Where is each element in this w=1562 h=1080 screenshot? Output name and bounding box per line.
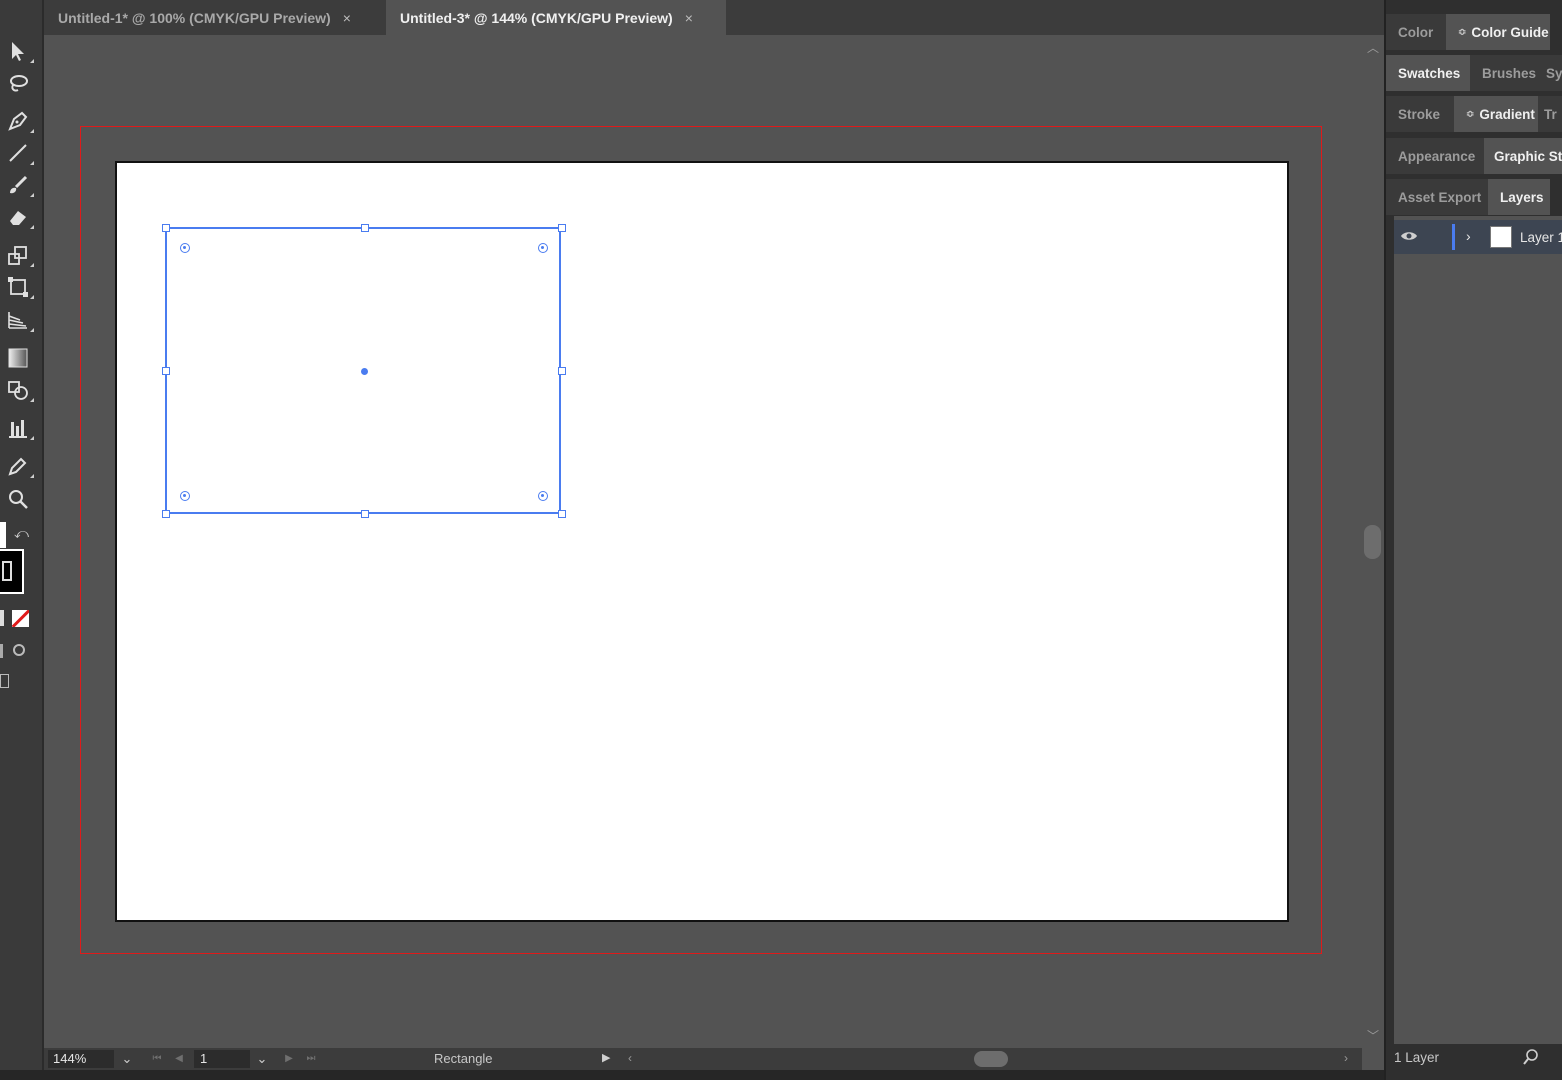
layers-panel: › Layer 1: [1394, 216, 1562, 1044]
tab-asset-export[interactable]: Asset Export: [1386, 179, 1488, 215]
expand-chevron-icon[interactable]: ›: [1466, 228, 1471, 244]
tab-graphic-styles[interactable]: Graphic St: [1484, 138, 1562, 174]
current-tool-status: Rectangle: [434, 1051, 493, 1066]
tab-color[interactable]: Color: [1386, 14, 1446, 50]
selected-rectangle[interactable]: [162, 224, 566, 518]
first-artboard-icon[interactable]: ⏮: [148, 1050, 166, 1068]
vertical-scrollbar[interactable]: ︿ ﹀: [1362, 35, 1384, 1048]
eyedropper-tool-icon[interactable]: [2, 451, 34, 481]
corner-radius-widget[interactable]: [538, 491, 548, 501]
gradient-tool-icon[interactable]: [2, 343, 34, 373]
line-segment-tool-icon[interactable]: [2, 138, 34, 168]
center-point: [361, 368, 368, 375]
color-mode-icon[interactable]: [0, 610, 4, 626]
tab-symbols[interactable]: Sy: [1542, 55, 1562, 91]
panel-group-stroke: Stroke ≎ Gradient Tr: [1386, 96, 1562, 132]
tab-title: Untitled-1* @ 100% (CMYK/GPU Preview): [58, 9, 331, 26]
zoom-tool-icon[interactable]: [2, 484, 34, 514]
artboard-number-field[interactable]: 1: [194, 1050, 250, 1068]
free-transform-tool-icon[interactable]: [2, 272, 34, 302]
panel-group-appearance: Appearance Graphic St: [1386, 138, 1562, 174]
panel-group-swatches: Swatches Brushes Sy: [1386, 55, 1562, 91]
panel-group-color: Color ≎ Color Guide: [1386, 14, 1562, 50]
tab-untitled-1[interactable]: Untitled-1* @ 100% (CMYK/GPU Preview) ×: [44, 0, 386, 35]
scroll-left-icon[interactable]: ‹: [628, 1051, 632, 1065]
tab-color-guide[interactable]: ≎ Color Guide: [1446, 14, 1550, 50]
panel-dock: Color ≎ Color Guide Swatches Brushes Sy S…: [1384, 0, 1562, 1080]
layer-row[interactable]: › Layer 1: [1394, 220, 1562, 254]
panel-collapse-icon: ≎: [1458, 26, 1467, 38]
corner-radius-widget[interactable]: [180, 243, 190, 253]
taskbar-strip: [0, 1070, 1562, 1080]
status-bar: 144% ⌄ ⏮ ◀ 1 ⌄ ▶ ⏭ Rectangle ▶ ‹ ›: [44, 1048, 1362, 1070]
close-tab-icon[interactable]: ×: [685, 10, 693, 26]
last-artboard-icon[interactable]: ⏭: [302, 1050, 320, 1068]
layer-name[interactable]: Layer 1: [1520, 230, 1562, 245]
resize-handle-bottom[interactable]: [361, 510, 369, 518]
previous-artboard-icon[interactable]: ◀: [170, 1050, 188, 1068]
panel-group-layers: Asset Export Layers: [1386, 179, 1562, 215]
scroll-right-icon[interactable]: ›: [1344, 1051, 1348, 1065]
canvas-area[interactable]: [44, 35, 1362, 1048]
scroll-up-icon[interactable]: ︿: [1367, 39, 1379, 56]
eraser-tool-icon[interactable]: [2, 202, 34, 232]
locate-object-icon[interactable]: [1522, 1048, 1540, 1069]
fill-swatch[interactable]: [0, 522, 6, 548]
tab-gradient[interactable]: ≎ Gradient: [1454, 96, 1538, 132]
next-artboard-icon[interactable]: ▶: [280, 1050, 298, 1068]
corner-radius-widget[interactable]: [538, 243, 548, 253]
tab-untitled-3[interactable]: Untitled-3* @ 144% (CMYK/GPU Preview) ×: [386, 0, 726, 35]
scale-tool-icon[interactable]: [2, 240, 34, 270]
tab-layers[interactable]: Layers: [1488, 179, 1550, 215]
visibility-eye-icon[interactable]: [1400, 229, 1418, 248]
column-graph-tool-icon[interactable]: [2, 413, 34, 443]
horizontal-scroll-thumb[interactable]: [974, 1051, 1008, 1067]
swap-fill-stroke-icon[interactable]: ⤺: [14, 525, 29, 542]
resize-handle-top-left[interactable]: [162, 224, 170, 232]
resize-handle-top[interactable]: [361, 224, 369, 232]
status-menu-icon[interactable]: ▶: [602, 1051, 610, 1064]
scroll-down-icon[interactable]: ﹀: [1367, 1027, 1379, 1044]
resize-handle-top-right[interactable]: [558, 224, 566, 232]
perspective-grid-tool-icon[interactable]: [2, 305, 34, 335]
shape-builder-tool-icon[interactable]: [2, 375, 34, 405]
tools-panel: ⤺: [0, 0, 44, 1070]
tab-appearance[interactable]: Appearance: [1386, 138, 1484, 174]
paintbrush-tool-icon[interactable]: [2, 170, 34, 200]
tab-swatches[interactable]: Swatches: [1386, 55, 1470, 91]
stroke-swatch[interactable]: [0, 549, 24, 594]
layer-thumbnail: [1490, 226, 1512, 248]
chevron-down-icon[interactable]: ⌄: [116, 1050, 138, 1068]
horizontal-scrollbar[interactable]: ‹ ›: [622, 1048, 1356, 1070]
layers-panel-footer: 1 Layer: [1386, 1046, 1562, 1070]
zoom-level-field[interactable]: 144%: [48, 1050, 114, 1068]
layer-count: 1 Layer: [1394, 1050, 1440, 1065]
lasso-tool-icon[interactable]: [2, 69, 34, 99]
resize-handle-bottom-right[interactable]: [558, 510, 566, 518]
screen-mode-icon[interactable]: [0, 674, 9, 688]
layer-color-indicator: [1452, 224, 1455, 250]
chevron-down-icon[interactable]: ⌄: [251, 1050, 273, 1068]
vertical-scroll-thumb[interactable]: [1364, 525, 1381, 559]
draw-inside-icon[interactable]: [13, 644, 25, 656]
draw-mode-icon[interactable]: [0, 644, 3, 658]
close-tab-icon[interactable]: ×: [343, 10, 351, 26]
tab-title: Untitled-3* @ 144% (CMYK/GPU Preview): [400, 9, 673, 26]
resize-handle-right[interactable]: [558, 367, 566, 375]
resize-handle-left[interactable]: [162, 367, 170, 375]
selection-tool-icon[interactable]: [2, 36, 34, 66]
panel-collapse-icon: ≎: [1466, 108, 1475, 120]
corner-radius-widget[interactable]: [180, 491, 190, 501]
resize-handle-bottom-left[interactable]: [162, 510, 170, 518]
none-swatch-icon[interactable]: [12, 610, 29, 627]
pen-tool-icon[interactable]: [2, 106, 34, 136]
tab-brushes[interactable]: Brushes: [1470, 55, 1542, 91]
tab-stroke[interactable]: Stroke: [1386, 96, 1454, 132]
document-tab-bar: Untitled-1* @ 100% (CMYK/GPU Preview) × …: [44, 0, 1384, 35]
tab-transparency[interactable]: Tr: [1538, 96, 1562, 132]
